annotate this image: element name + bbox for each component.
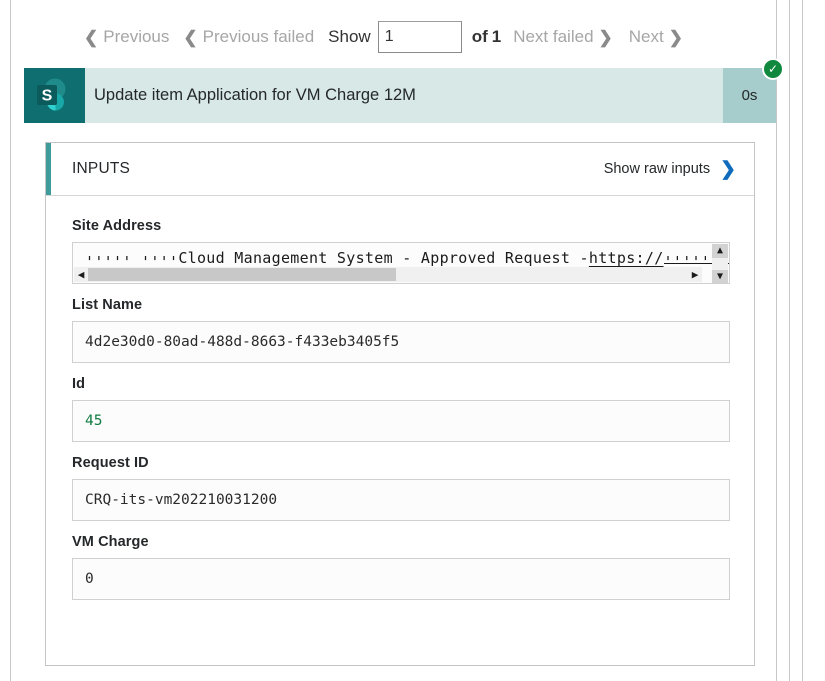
previous-button[interactable]: ❮ Previous bbox=[84, 27, 169, 47]
scroll-down-arrow-icon[interactable]: ▼ bbox=[712, 270, 728, 283]
scroll-up-arrow-icon[interactable]: ▲ bbox=[712, 244, 728, 258]
chevron-right-icon: ❯ bbox=[668, 27, 683, 47]
field-list-name: List Name 4d2e30d0-80ad-488d-8663-f433eb… bbox=[72, 297, 730, 363]
redacted-prefix: ''''' '''' bbox=[85, 252, 179, 264]
of-label: of bbox=[471, 27, 488, 46]
inputs-field-list: Site Address ''''' '''' Cloud Management… bbox=[46, 196, 754, 600]
chevron-left-icon: ❮ bbox=[183, 27, 198, 47]
right-divider-rule-2 bbox=[789, 0, 790, 681]
show-raw-inputs-button[interactable]: Show raw inputs ❯ bbox=[604, 143, 736, 195]
field-request-id: Request ID CRQ-its-vm202210031200 bbox=[72, 455, 730, 521]
card-accent-bar bbox=[46, 143, 51, 195]
show-label: Show bbox=[328, 27, 371, 46]
next-button[interactable]: Next ❯ bbox=[629, 27, 683, 47]
status-success-icon: ✓ bbox=[762, 58, 784, 80]
field-label: Site Address bbox=[72, 218, 162, 234]
page-number-input[interactable] bbox=[377, 21, 462, 53]
inputs-card-header: INPUTS Show raw inputs ❯ bbox=[46, 143, 754, 196]
field-vm-charge: VM Charge 0 bbox=[72, 534, 730, 600]
right-divider-rule-1 bbox=[776, 0, 777, 681]
pagination-nav: ❮ Previous ❮ Previous failed Show of 1 N… bbox=[84, 18, 683, 56]
page-count: 1 bbox=[491, 27, 502, 46]
site-address-middle: Cloud Management System - Approved Reque… bbox=[178, 249, 589, 267]
show-raw-inputs-label: Show raw inputs bbox=[603, 161, 711, 177]
action-title: Update item Application for VM Charge 12… bbox=[94, 86, 416, 104]
field-site-address: Site Address ''''' '''' Cloud Management… bbox=[72, 218, 730, 284]
field-id: Id 45 bbox=[72, 376, 730, 442]
previous-failed-button-label: Previous failed bbox=[202, 27, 315, 46]
id-value[interactable]: 45 bbox=[72, 400, 730, 442]
field-label: Request ID bbox=[72, 455, 149, 471]
scroll-right-arrow-icon[interactable]: ▶ bbox=[688, 267, 702, 282]
svg-text:S: S bbox=[42, 88, 53, 105]
action-icon-container: S bbox=[24, 68, 85, 123]
horizontal-scroll-thumb[interactable] bbox=[88, 268, 396, 281]
request-id-value[interactable]: CRQ-its-vm202210031200 bbox=[72, 479, 730, 521]
field-label: List Name bbox=[72, 297, 143, 313]
list-name-value[interactable]: 4d2e30d0-80ad-488d-8663-f433eb3405f5 bbox=[72, 321, 730, 363]
site-address-link[interactable]: https:// bbox=[589, 249, 664, 267]
run-history-action-detail: ❮ Previous ❮ Previous failed Show of 1 N… bbox=[0, 0, 825, 681]
previous-button-label: Previous bbox=[103, 27, 170, 46]
field-label: VM Charge bbox=[72, 534, 149, 550]
action-header-bar[interactable]: S Update item Application for VM Charge … bbox=[24, 68, 776, 123]
scroll-left-arrow-icon[interactable]: ◀ bbox=[74, 267, 88, 282]
field-label: Id bbox=[72, 376, 86, 392]
next-failed-button-label: Next failed bbox=[513, 27, 594, 46]
next-failed-button[interactable]: Next failed ❯ bbox=[513, 27, 613, 47]
horizontal-scrollbar[interactable]: ◀ ▶ bbox=[74, 267, 702, 282]
left-divider-rule bbox=[10, 0, 11, 681]
vertical-scroll-track[interactable] bbox=[712, 258, 728, 270]
chevron-right-icon: ❯ bbox=[720, 158, 736, 180]
right-divider-rule-3 bbox=[802, 0, 803, 681]
next-button-label: Next bbox=[628, 27, 664, 46]
site-address-value-box[interactable]: ''''' '''' Cloud Management System - App… bbox=[72, 242, 730, 284]
sharepoint-icon: S bbox=[37, 78, 66, 111]
chevron-left-icon: ❮ bbox=[84, 27, 99, 47]
inputs-title: INPUTS bbox=[72, 160, 131, 177]
inputs-card: INPUTS Show raw inputs ❯ Site Address ''… bbox=[45, 142, 755, 666]
vm-charge-value[interactable]: 0 bbox=[72, 558, 730, 600]
previous-failed-button[interactable]: ❮ Previous failed bbox=[183, 27, 314, 47]
vertical-scrollbar[interactable]: ▲ ▼ bbox=[712, 244, 728, 283]
chevron-right-icon: ❯ bbox=[598, 27, 613, 47]
horizontal-scroll-track[interactable] bbox=[396, 267, 688, 282]
